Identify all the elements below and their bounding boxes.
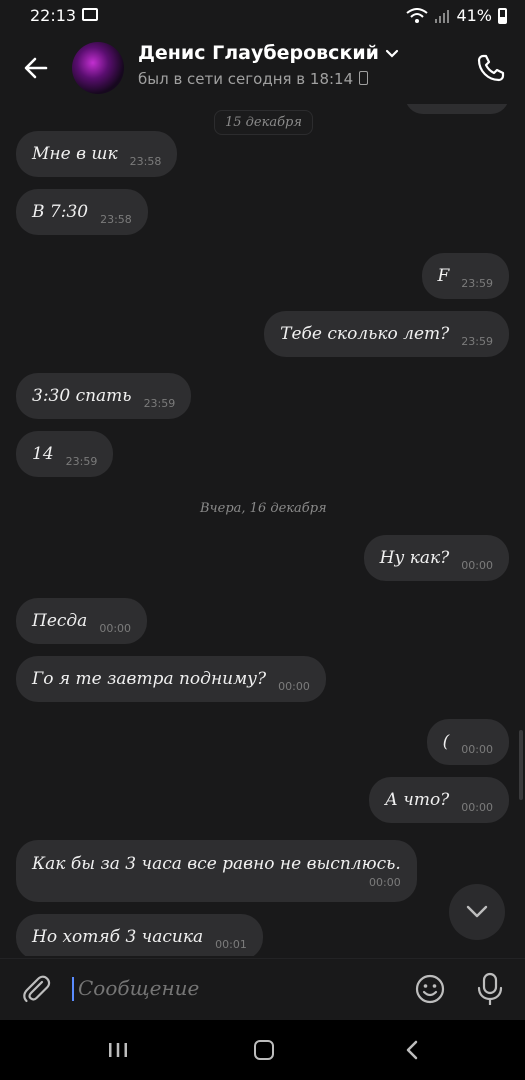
message-bubble-incoming[interactable]: 14 23:59 <box>16 431 114 477</box>
text-cursor <box>72 977 74 1001</box>
message-bubble-incoming[interactable]: Песда 00:00 <box>16 598 148 644</box>
system-back-icon[interactable] <box>402 1040 422 1060</box>
date-separator: Вчера, 16 декабря <box>200 501 327 516</box>
scroll-to-bottom-button[interactable] <box>449 884 505 940</box>
message-composer <box>0 958 525 1021</box>
message-bubble-outgoing[interactable]: Ну как? 00:00 <box>363 535 509 581</box>
message-bubble-incoming[interactable]: Но хотяб 3 часика 00:01 <box>16 914 263 956</box>
status-bar: 22:13 41% <box>0 0 525 32</box>
message-bubble-incoming[interactable]: Го я те завтра подниму? 00:00 <box>16 656 326 702</box>
message-input[interactable] <box>76 975 400 1001</box>
system-navigation-bar <box>0 1020 525 1080</box>
message-bubble-outgoing[interactable]: (00:00 <box>426 719 509 765</box>
microphone-icon[interactable] <box>474 971 506 1007</box>
date-separator: 15 декабря <box>214 110 313 135</box>
last-seen-status: был в сети сегодня в 18:14 <box>138 70 369 88</box>
message-bubble-incoming[interactable]: Мне в шк 23:58 <box>16 131 178 177</box>
signal-icon <box>435 9 450 23</box>
gallery-notification-icon <box>82 8 98 21</box>
message-bubble-outgoing[interactable]: F 23:59 <box>421 253 509 299</box>
wifi-icon <box>406 7 429 23</box>
chat-header: Денис Глауберовский был в сети сегодня в… <box>0 32 525 104</box>
battery-percent: 41% <box>456 6 492 25</box>
chevron-down-icon <box>466 905 488 918</box>
message-bubble-incoming[interactable]: В 7:30 23:58 <box>16 189 148 235</box>
message-bubble-outgoing[interactable]: Тебе сколько лет? 23:59 <box>264 311 509 357</box>
message-bubble-incoming[interactable]: Как бы за 3 часа все равно не высплюсь. 0… <box>16 840 417 902</box>
avatar[interactable] <box>72 42 124 94</box>
back-arrow-icon[interactable] <box>20 52 52 84</box>
scrollbar[interactable] <box>519 730 523 800</box>
recent-apps-icon[interactable] <box>108 1042 128 1058</box>
mobile-device-icon <box>359 71 369 85</box>
attach-icon[interactable] <box>20 973 52 1005</box>
home-icon[interactable] <box>254 1040 274 1060</box>
battery-icon <box>498 7 507 24</box>
message-bubble-incoming[interactable]: 3:30 спать 23:59 <box>16 373 192 419</box>
status-time: 22:13 <box>30 6 77 25</box>
message-bubble-partial <box>405 104 509 114</box>
emoji-icon[interactable] <box>414 973 446 1005</box>
chevron-down-icon <box>385 49 399 58</box>
contact-name[interactable]: Денис Глауберовский <box>138 42 399 64</box>
phone-call-icon[interactable] <box>475 52 507 84</box>
message-bubble-outgoing[interactable]: А что? 00:00 <box>368 777 509 823</box>
message-list[interactable]: 15 декабря Мне в шк 23:58 В 7:30 23:58 F 23… <box>0 104 525 956</box>
